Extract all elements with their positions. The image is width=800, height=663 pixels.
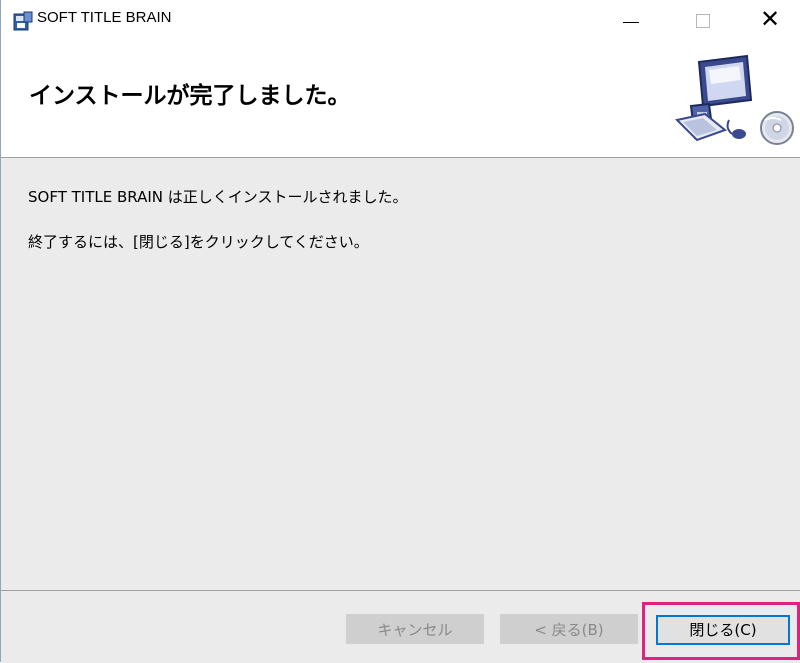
minimize-icon — [623, 22, 639, 23]
maximize-icon — [696, 14, 710, 28]
completion-message: SOFT TITLE BRAIN は正しくインストールされました。 — [28, 188, 408, 206]
back-button[interactable]: < 戻る(B) — [500, 614, 638, 644]
title-bar[interactable]: SOFT TITLE BRAIN ✕ — [1, 0, 800, 40]
close-button[interactable]: 閉じる(C) — [656, 615, 790, 645]
content-panel: SOFT TITLE BRAIN は正しくインストールされました。 終了するには… — [1, 158, 800, 590]
page-title: インストールが完了しました。 — [29, 83, 351, 109]
button-bar: キャンセル < 戻る(B) 閉じる(C) — [1, 590, 800, 663]
installer-window: SOFT TITLE BRAIN ✕ インストールが完了しました。 SOFT T… — [0, 0, 800, 663]
close-icon: ✕ — [760, 5, 781, 33]
installer-app-icon — [13, 11, 33, 31]
computer-with-cd-icon — [674, 54, 794, 145]
cancel-button[interactable]: キャンセル — [346, 614, 484, 644]
header-banner: インストールが完了しました。 — [1, 40, 800, 158]
maximize-button[interactable] — [681, 0, 725, 40]
window-title: SOFT TITLE BRAIN — [37, 9, 172, 26]
close-instruction-message: 終了するには、[閉じる]をクリックしてください。 — [28, 233, 369, 251]
close-window-button[interactable]: ✕ — [747, 0, 791, 40]
minimize-button[interactable] — [608, 0, 652, 40]
